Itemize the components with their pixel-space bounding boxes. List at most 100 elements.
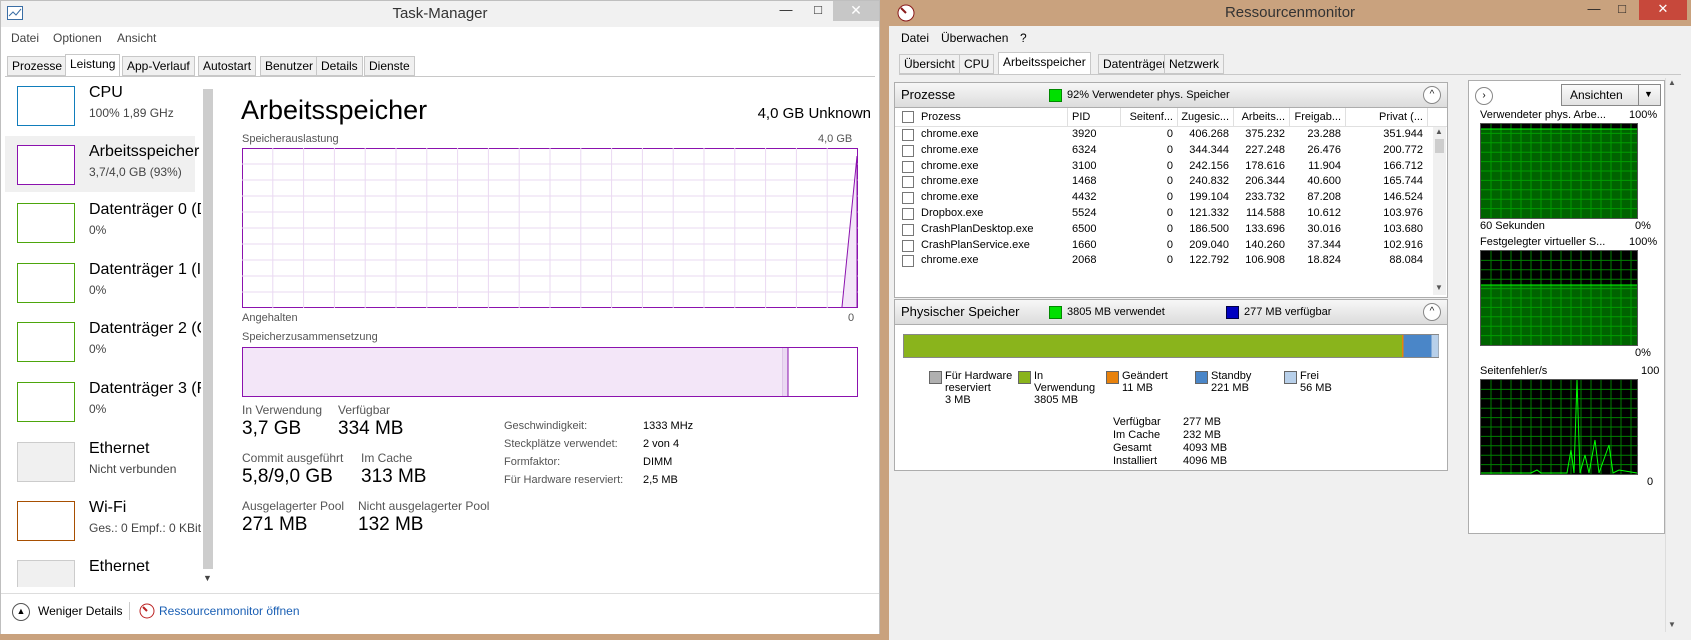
col-prozess[interactable]: Prozess [919, 108, 1068, 126]
tab-uebersicht[interactable]: Übersicht [899, 54, 960, 74]
table-row[interactable]: chrome.exe 6324 0 344.344 227.248 26.476 200.7… [895, 143, 1433, 158]
perf-item[interactable]: CPU 100% 1,89 GHz [5, 77, 195, 133]
table-row[interactable]: CrashPlanDesktop.exe 6500 0 186.500 133.696 3… [895, 222, 1433, 237]
physical-memory-header[interactable]: Physischer Speicher 3805 MB verwendet 27… [895, 300, 1447, 325]
col-zugesichert[interactable]: Zugesic... [1177, 108, 1234, 126]
open-resource-monitor-link[interactable]: Ressourcenmonitor öffnen [159, 604, 300, 618]
col-privat[interactable]: Privat (... [1345, 108, 1428, 126]
scroll-up-icon[interactable]: ▲ [1435, 127, 1443, 136]
perf-item[interactable]: Datenträger 2 (C 0% [5, 313, 201, 369]
tab-arbeitsspeicher[interactable]: Arbeitsspeicher [998, 52, 1091, 74]
perf-item[interactable]: Arbeitsspeicher 3,7/4,0 GB (93%) [5, 136, 199, 192]
row-checkbox[interactable] [902, 239, 914, 252]
scroll-down-icon[interactable]: ▼ [1668, 620, 1676, 629]
perf-item-sub: 0% [89, 342, 107, 356]
perf-thumbnail [17, 501, 75, 541]
close-button[interactable]: ✕ [1639, 0, 1687, 20]
scroll-down-icon[interactable]: ▼ [203, 573, 212, 583]
fewer-details-link[interactable]: Weniger Details [38, 604, 122, 618]
tab-details[interactable]: Details [316, 56, 363, 76]
maximize-button[interactable]: □ [803, 1, 833, 21]
tab-leistung[interactable]: Leistung [65, 54, 121, 76]
perf-item[interactable]: Datenträger 1 (I 0% [5, 254, 201, 310]
table-row[interactable]: chrome.exe 4432 0 199.104 233.732 87.208 146.5… [895, 190, 1433, 205]
table-cell: CrashPlanDesktop.exe [921, 222, 1034, 235]
perf-item[interactable]: Wi-Fi Ges.: 0 Empf.: 0 KBit/ [5, 492, 201, 548]
table-cell: 0 [1166, 238, 1173, 251]
table-cell: 0 [1166, 128, 1173, 140]
tab-cpu[interactable]: CPU [959, 54, 995, 74]
summary-installiert-value: 4096 MB [1183, 455, 1228, 467]
row-checkbox[interactable] [902, 192, 914, 205]
tab-prozesse[interactable]: Prozesse [7, 56, 68, 76]
collapse-chevron-icon[interactable]: ^ [1423, 303, 1441, 321]
tab-datentraeger[interactable]: Datenträger [1098, 54, 1172, 74]
row-checkbox[interactable] [902, 176, 914, 189]
expand-chevron-icon[interactable]: › [1475, 87, 1493, 105]
table-row[interactable]: CrashPlanService.exe 1660 0 209.040 140.260 3… [895, 238, 1433, 253]
col-seitenfehler[interactable]: Seitenf... [1121, 108, 1178, 126]
collapse-chevron-icon[interactable]: ^ [1423, 86, 1441, 104]
row-checkbox[interactable] [902, 129, 914, 141]
table-row[interactable]: chrome.exe 2068 0 122.792 106.908 18.824 88.08… [895, 253, 1433, 268]
row-checkbox[interactable] [902, 255, 914, 268]
scrollbar-thumb[interactable] [203, 89, 213, 569]
col-arbeitssatz[interactable]: Arbeits... [1233, 108, 1290, 126]
chevron-up-icon[interactable]: ▲ [12, 603, 30, 621]
tab-app-verlauf[interactable]: App-Verlauf [122, 56, 195, 76]
row-checkbox[interactable] [902, 208, 914, 220]
paged-pool-label: Ausgelagerter Pool [242, 499, 345, 513]
menu-ueberwachen[interactable]: Überwachen [941, 31, 1008, 45]
table-cell: 103.976 [1383, 207, 1423, 219]
table-row[interactable]: Dropbox.exe 5524 0 121.332 114.588 10.612 103.… [895, 206, 1433, 221]
dropdown-arrow-icon[interactable]: ▼ [1644, 89, 1653, 99]
used-memory-text: 92% Verwendeter phys. Speicher [1067, 89, 1230, 101]
menu-help[interactable]: ? [1020, 31, 1027, 45]
minimize-button[interactable]: — [1579, 0, 1609, 20]
select-all-checkbox[interactable] [902, 111, 914, 123]
views-dropdown[interactable]: Ansichten ▼ [1561, 84, 1661, 106]
col-pid[interactable]: PID [1067, 108, 1121, 126]
tab-netzwerk[interactable]: Netzwerk [1164, 54, 1225, 74]
title-bar[interactable]: Task-Manager — □ ✕ [1, 1, 879, 27]
menu-ansicht[interactable]: Ansicht [117, 31, 156, 45]
cached-value: 313 MB [361, 466, 427, 487]
tab-benutzer[interactable]: Benutzer [260, 56, 319, 76]
table-row[interactable]: chrome.exe 3920 0 406.268 375.232 23.288 351.9… [895, 127, 1433, 142]
title-bar[interactable]: Ressourcenmonitor — □ ✕ [889, 0, 1691, 26]
perf-item-sub: 0% [89, 283, 107, 297]
perf-item[interactable]: Datenträger 0 (D 0% [5, 194, 201, 250]
table-cell: 200.772 [1383, 143, 1423, 156]
menu-datei[interactable]: Datei [901, 31, 929, 45]
row-checkbox[interactable] [902, 223, 914, 236]
table-cell: chrome.exe [921, 159, 979, 172]
window-scrollbar[interactable]: ▲ ▼ [1665, 78, 1680, 632]
perf-item[interactable]: Datenträger 3 (F 0% [5, 373, 201, 429]
maximize-button[interactable]: □ [1607, 0, 1637, 20]
table-cell: 26.476 [1307, 143, 1341, 156]
scrollbar-thumb[interactable] [1435, 139, 1444, 153]
perf-item[interactable]: Ethernet [5, 551, 195, 587]
usage-graph-max: 4,0 GB [818, 133, 853, 145]
table-row[interactable]: chrome.exe 3100 0 242.156 178.616 11.904 166.7… [895, 159, 1433, 174]
perf-item[interactable]: Ethernet Nicht verbunden [5, 433, 195, 489]
table-row[interactable]: chrome.exe 1468 0 240.832 206.344 40.600 165.7… [895, 174, 1433, 189]
close-button[interactable]: ✕ [833, 1, 879, 21]
process-scrollbar[interactable]: ▲ ▼ [1433, 127, 1446, 295]
table-cell: 10.612 [1307, 207, 1341, 219]
menu-bar: Datei Überwachen ? [889, 28, 1691, 50]
perf-item-name: Datenträger 2 (C [89, 320, 201, 337]
minimize-button[interactable]: — [771, 1, 801, 21]
tab-autostart[interactable]: Autostart [198, 56, 257, 76]
menu-optionen[interactable]: Optionen [53, 31, 102, 45]
table-cell: chrome.exe [921, 191, 979, 204]
processes-header[interactable]: Prozesse 92% Verwendeter phys. Speicher … [895, 83, 1447, 108]
scroll-up-icon[interactable]: ▲ [1668, 78, 1676, 87]
col-freigabe[interactable]: Freigab... [1289, 108, 1346, 126]
scroll-down-icon[interactable]: ▼ [1435, 283, 1443, 292]
sidebar-scrollbar[interactable]: ▼ [201, 89, 213, 585]
menu-datei[interactable]: Datei [11, 31, 39, 45]
row-checkbox[interactable] [902, 160, 914, 173]
row-checkbox[interactable] [902, 144, 914, 157]
tab-dienste[interactable]: Dienste [364, 56, 415, 76]
